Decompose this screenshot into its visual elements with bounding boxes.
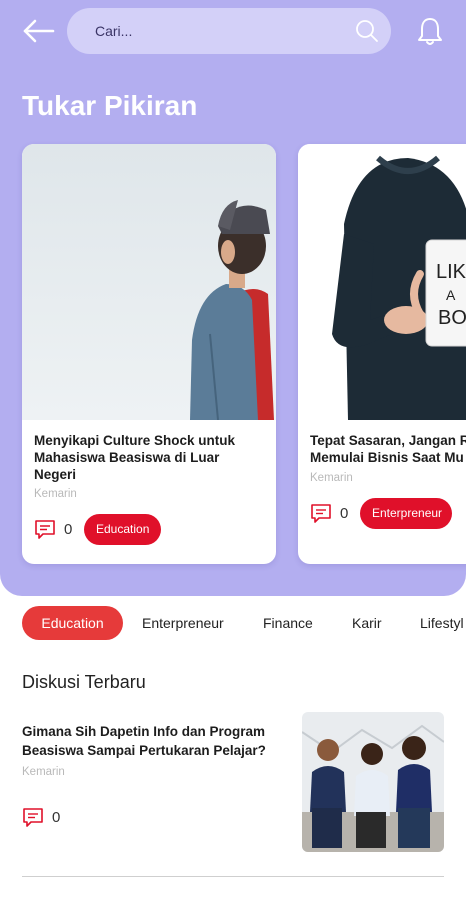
bell-icon[interactable] <box>416 16 444 46</box>
tab-karir[interactable]: Karir <box>352 606 382 640</box>
tab-enterpreneur[interactable]: Enterpreneur <box>142 606 224 640</box>
tab-education[interactable]: Education <box>22 606 123 640</box>
svg-text:LIK: LIK <box>436 261 466 283</box>
comment-icon <box>35 520 55 539</box>
top-bar <box>0 0 466 64</box>
post-title: Gimana Sih Dapetin Info dan Program Beas… <box>22 724 266 758</box>
featured-card[interactable]: LIK A BO Tepat Sasaran, Jangan R Memulai… <box>298 144 466 564</box>
card-date: Kemarin <box>310 472 353 484</box>
featured-card[interactable]: Menyikapi Culture Shock untuk Mahasiswa … <box>22 144 276 564</box>
card-title-line: Memulai Bisnis Saat Mu <box>310 450 464 465</box>
card-date: Kemarin <box>34 488 77 500</box>
post-image <box>302 712 444 852</box>
comment-count[interactable]: 0 <box>22 806 60 828</box>
arrow-left-icon[interactable] <box>22 16 56 46</box>
section-title: Diskusi Terbaru <box>22 672 146 692</box>
category-tag[interactable]: Enterpreneur <box>360 498 452 529</box>
card-title: Menyikapi Culture Shock untuk Mahasiswa … <box>34 433 236 482</box>
comment-count[interactable]: 0 <box>310 502 348 524</box>
hero-section: Tukar Pikiran <box>0 0 466 596</box>
svg-text:A: A <box>446 287 456 303</box>
search-bar <box>67 8 391 54</box>
tab-finance[interactable]: Finance <box>263 606 313 640</box>
card-image: LIK A BO <box>298 144 466 420</box>
comment-icon <box>23 808 43 827</box>
card-title: Tepat Sasaran, Jangan R Memulai Bisnis S… <box>310 432 466 466</box>
list-item[interactable]: Gimana Sih Dapetin Info dan Program Beas… <box>22 712 444 862</box>
comment-count-value: 0 <box>64 520 73 538</box>
comment-count-value: 0 <box>52 808 61 826</box>
card-title-line: Tepat Sasaran, Jangan R <box>310 433 466 448</box>
search-icon[interactable] <box>355 19 379 43</box>
comment-count-value: 0 <box>340 504 349 522</box>
page-title: Tukar Pikiran <box>22 90 198 121</box>
divider <box>22 876 444 877</box>
svg-text:BO: BO <box>438 307 466 329</box>
card-image <box>22 144 276 420</box>
comment-icon <box>311 504 331 523</box>
search-input[interactable] <box>95 19 335 43</box>
tab-lifestyle[interactable]: Lifestyl <box>420 606 464 640</box>
comment-count[interactable]: 0 <box>34 518 72 540</box>
category-tag[interactable]: Education <box>84 514 161 545</box>
post-date: Kemarin <box>22 766 65 778</box>
